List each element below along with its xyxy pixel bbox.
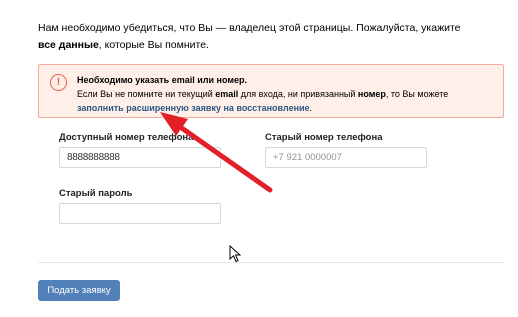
exclamation-circle-icon: ! (50, 74, 67, 91)
old-password-input[interactable] (59, 203, 221, 224)
mouse-pointer-icon (229, 245, 241, 263)
alert-title: Необходимо указать email или номер. (77, 75, 247, 85)
available-phone-label: Доступный номер телефона (59, 132, 194, 143)
extended-recovery-link[interactable]: заполнить расширенную заявку на восстано… (77, 103, 310, 113)
intro-text-bold: все данные (38, 39, 99, 51)
alert-link-line: заполнить расширенную заявку на восстано… (77, 101, 497, 115)
available-phone-input[interactable] (59, 147, 221, 168)
alert-body-part-c: , то Вы можете (385, 89, 449, 99)
alert-bold-number: номер (357, 89, 386, 99)
alert-body-part-b: для входа, ни привязанный (238, 89, 358, 99)
submit-request-button[interactable]: Подать заявку (38, 280, 120, 301)
alert-link-tail: . (309, 103, 313, 113)
intro-text-part1: Нам необходимо убедиться, что Вы — владе… (38, 22, 461, 34)
old-password-label: Старый пароль (59, 188, 133, 199)
alert-bold-email: email (215, 89, 239, 99)
old-phone-input[interactable] (265, 147, 427, 168)
error-alert: ! Необходимо указать email или номер. Ес… (38, 64, 504, 118)
divider (38, 262, 504, 263)
alert-text: Необходимо указать email или номер. Если… (77, 73, 497, 115)
alert-body: Если Вы не помните ни текущий email для … (77, 87, 497, 101)
alert-body-part-a: Если Вы не помните ни текущий (77, 89, 216, 99)
intro-text-part2: , которые Вы помните. (98, 39, 209, 51)
old-phone-label: Старый номер телефона (265, 132, 383, 143)
intro-text: Нам необходимо убедиться, что Вы — владе… (38, 20, 478, 54)
